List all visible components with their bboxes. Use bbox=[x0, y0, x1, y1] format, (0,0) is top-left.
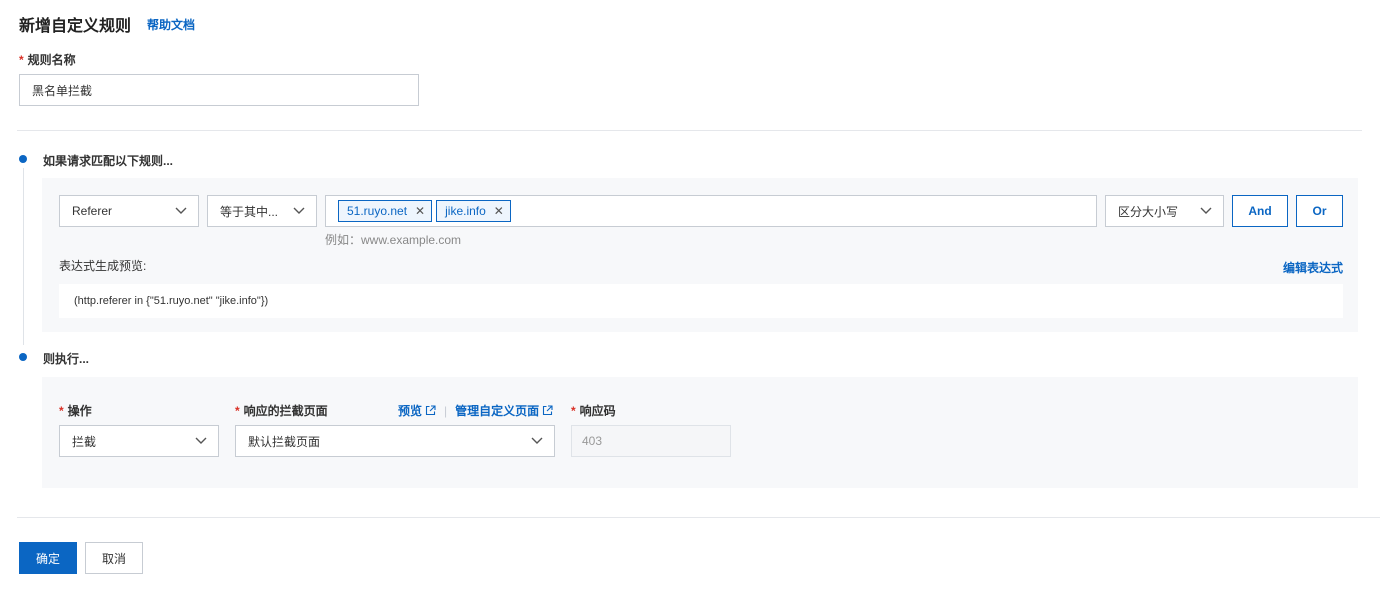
chevron-down-icon bbox=[530, 434, 544, 448]
block-page-label: * 响应的拦截页面 bbox=[235, 402, 328, 419]
manage-custom-pages-link[interactable]: 管理自定义页面 bbox=[455, 402, 553, 419]
operator-select[interactable]: 等于其中... bbox=[207, 195, 317, 227]
field-select-value: Referer bbox=[72, 204, 113, 218]
value-tag: jike.info ✕ bbox=[436, 200, 511, 222]
required-mark: * bbox=[19, 53, 24, 67]
value-tag-label: jike.info bbox=[445, 204, 486, 218]
close-icon[interactable]: ✕ bbox=[415, 204, 425, 218]
response-code-input[interactable]: 403 bbox=[571, 425, 731, 457]
required-mark: * bbox=[571, 404, 576, 418]
operation-label-text: 操作 bbox=[67, 404, 92, 418]
and-button[interactable]: And bbox=[1232, 195, 1288, 227]
rule-name-label: * 规则名称 bbox=[19, 51, 76, 68]
chevron-down-icon bbox=[174, 204, 188, 218]
response-code-label: * 响应码 bbox=[571, 402, 616, 419]
link-separator: | bbox=[444, 403, 448, 418]
chevron-down-icon bbox=[1199, 204, 1213, 218]
case-select-value: 区分大小写 bbox=[1118, 204, 1179, 219]
section-divider bbox=[17, 130, 1362, 131]
or-button[interactable]: Or bbox=[1296, 195, 1343, 227]
case-sensitivity-select[interactable]: 区分大小写 bbox=[1105, 195, 1224, 227]
confirm-button[interactable]: 确定 bbox=[19, 542, 77, 574]
rule-name-label-text: 规则名称 bbox=[27, 53, 76, 67]
value-tag: 51.ruyo.net ✕ bbox=[338, 200, 433, 222]
step-dot-match bbox=[19, 155, 27, 163]
match-section-title: 如果请求匹配以下规则... bbox=[43, 154, 174, 168]
help-doc-link[interactable]: 帮助文档 bbox=[147, 16, 195, 33]
page-title: 新增自定义规则 bbox=[19, 18, 132, 35]
block-page-label-text: 响应的拦截页面 bbox=[243, 404, 328, 418]
close-icon[interactable]: ✕ bbox=[494, 204, 504, 218]
value-tag-label: 51.ruyo.net bbox=[347, 204, 408, 218]
operator-select-value: 等于其中... bbox=[220, 204, 279, 219]
block-page-select-value: 默认拦截页面 bbox=[248, 434, 321, 449]
values-tag-input[interactable]: 51.ruyo.net ✕ jike.info ✕ bbox=[325, 195, 1097, 227]
step-dot-action bbox=[19, 353, 27, 361]
field-select[interactable]: Referer bbox=[59, 195, 199, 227]
expression-preview-box: (http.referer in {"51.ruyo.net" "jike.in… bbox=[59, 284, 1343, 318]
rule-name-value: 黑名单拦截 bbox=[32, 83, 93, 98]
edit-expression-link[interactable]: 编辑表达式 bbox=[1283, 259, 1343, 276]
external-link-icon bbox=[425, 405, 436, 416]
block-page-links: 预览 | 管理自定义页面 bbox=[398, 402, 553, 419]
operation-label: * 操作 bbox=[59, 402, 92, 419]
expression-text: (http.referer in {"51.ruyo.net" "jike.in… bbox=[74, 295, 269, 307]
manage-link-text: 管理自定义页面 bbox=[455, 404, 540, 418]
preview-link-text: 预览 bbox=[398, 404, 423, 418]
required-mark: * bbox=[59, 404, 64, 418]
step-connector-line bbox=[23, 168, 24, 345]
action-section-title: 则执行... bbox=[43, 352, 90, 366]
operation-select-value: 拦截 bbox=[72, 434, 97, 449]
expression-preview-label: 表达式生成预览: bbox=[59, 259, 147, 273]
response-code-value: 403 bbox=[582, 434, 603, 448]
response-code-label-text: 响应码 bbox=[579, 404, 616, 418]
cancel-button[interactable]: 取消 bbox=[85, 542, 143, 574]
operation-select[interactable]: 拦截 bbox=[59, 425, 219, 457]
chevron-down-icon bbox=[292, 204, 306, 218]
block-page-select[interactable]: 默认拦截页面 bbox=[235, 425, 555, 457]
input-hint: 例如：www.example.com bbox=[325, 233, 462, 247]
footer-divider bbox=[17, 517, 1380, 518]
external-link-icon bbox=[543, 405, 553, 416]
preview-link[interactable]: 预览 bbox=[398, 402, 436, 419]
chevron-down-icon bbox=[194, 434, 208, 448]
rule-name-input[interactable]: 黑名单拦截 bbox=[19, 74, 419, 106]
required-mark: * bbox=[235, 404, 240, 418]
